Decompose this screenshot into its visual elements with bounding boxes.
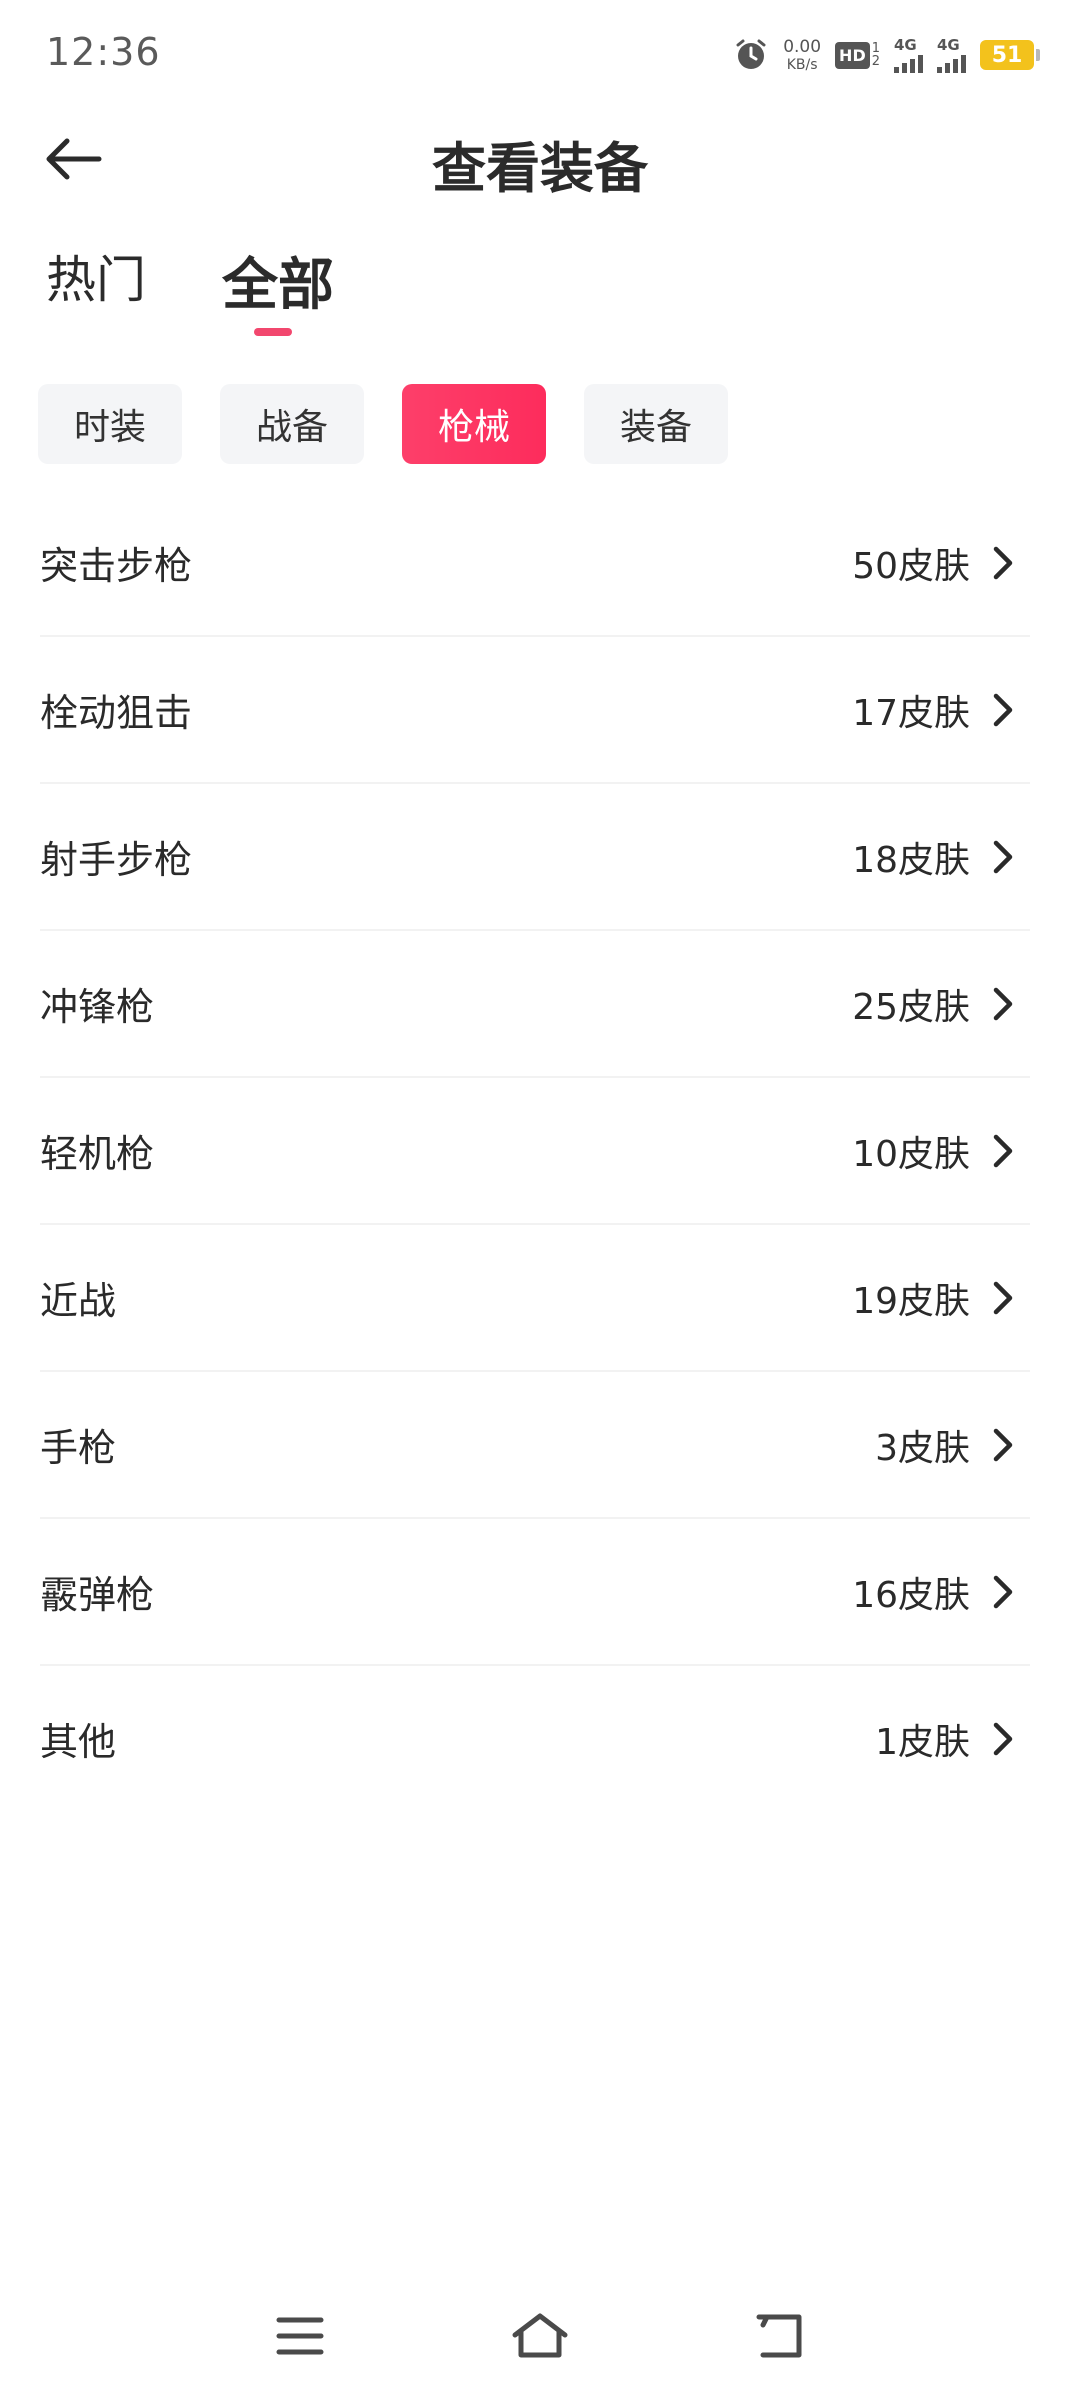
hd-icon: HD 1 2 — [835, 41, 880, 69]
tab-all[interactable]: 全部 — [222, 240, 334, 321]
item-count: 3皮肤 — [875, 1427, 970, 1469]
item-label: 栓动狙击 — [40, 691, 193, 735]
back-icon — [756, 2314, 802, 2358]
list-item[interactable]: 霰弹枪 16皮肤 — [40, 1519, 1030, 1666]
header: 查看装备 — [0, 110, 1080, 200]
list-item[interactable]: 突击步枪 50皮肤 — [40, 490, 1030, 637]
weapon-category-list: 突击步枪 50皮肤 栓动狙击 17皮肤 射手步枪 18皮肤 冲锋枪 25皮肤 轻… — [0, 490, 1080, 1811]
signal-1-label: 4G — [894, 35, 917, 54]
chevron-right-icon — [993, 1134, 1013, 1167]
hd-sub-bottom: 2 — [871, 54, 880, 69]
chip-equipment[interactable]: 装备 — [584, 384, 728, 464]
status-bar: 12:36 0.00 KB/s HD 1 2 4G 4G 51 — [0, 0, 1080, 110]
list-item[interactable]: 轻机枪 10皮肤 — [40, 1078, 1030, 1225]
list-item[interactable]: 手枪 3皮肤 — [40, 1372, 1030, 1519]
list-item[interactable]: 射手步枪 18皮肤 — [40, 784, 1030, 931]
system-nav-bar — [0, 2290, 1080, 2380]
nav-back-button[interactable] — [745, 2306, 815, 2366]
chip-fashion[interactable]: 时装 — [38, 384, 182, 464]
hd-sub: 1 2 — [872, 42, 880, 68]
item-count: 18皮肤 — [852, 839, 970, 881]
signal-1: 4G — [894, 35, 923, 73]
item-label: 霰弹枪 — [40, 1573, 155, 1617]
signal-2: 4G — [937, 35, 966, 73]
item-count: 10皮肤 — [852, 1133, 970, 1175]
status-icons: 0.00 KB/s HD 1 2 4G 4G 51 — [733, 30, 1040, 80]
item-label: 突击步枪 — [40, 544, 193, 588]
item-label: 其他 — [40, 1720, 117, 1764]
item-label: 手枪 — [40, 1426, 117, 1470]
chevron-right-icon — [993, 840, 1013, 873]
item-count: 19皮肤 — [852, 1280, 970, 1322]
list-item[interactable]: 栓动狙击 17皮肤 — [40, 637, 1030, 784]
item-label: 近战 — [40, 1279, 117, 1323]
list-item[interactable]: 其他 1皮肤 — [40, 1666, 1030, 1811]
chip-firearms[interactable]: 枪械 — [402, 384, 546, 464]
chevron-right-icon — [993, 693, 1013, 726]
home-icon — [512, 2313, 568, 2358]
list-item[interactable]: 冲锋枪 25皮肤 — [40, 931, 1030, 1078]
signal-2-label: 4G — [937, 35, 960, 54]
hd-label: HD — [835, 41, 870, 69]
item-count: 17皮肤 — [852, 692, 970, 734]
top-tabs: 热门 全部 — [0, 240, 1080, 350]
item-count: 16皮肤 — [852, 1574, 970, 1616]
chevron-right-icon — [993, 1281, 1013, 1314]
nav-home-button[interactable] — [505, 2306, 575, 2366]
net-speed-unit: KB/s — [786, 56, 818, 73]
net-speed-value: 0.00 — [783, 36, 822, 57]
item-count: 1皮肤 — [875, 1721, 970, 1763]
tab-indicator — [254, 328, 292, 336]
item-label: 轻机枪 — [40, 1132, 155, 1176]
chevron-right-icon — [993, 987, 1013, 1020]
chevron-right-icon — [993, 1428, 1013, 1461]
page-title: 查看装备 — [432, 137, 648, 200]
item-label: 冲锋枪 — [40, 985, 155, 1029]
list-item[interactable]: 近战 19皮肤 — [40, 1225, 1030, 1372]
item-count: 25皮肤 — [852, 986, 970, 1028]
status-time: 12:36 — [46, 30, 161, 74]
battery-icon: 51 — [980, 40, 1040, 70]
tab-hot[interactable]: 热门 — [46, 240, 146, 312]
chevron-right-icon — [993, 546, 1013, 579]
alarm-icon — [736, 39, 766, 69]
signal-bars-icon — [894, 54, 923, 73]
chevron-right-icon — [993, 1722, 1013, 1755]
item-label: 射手步枪 — [40, 838, 193, 882]
item-count: 50皮肤 — [852, 545, 970, 587]
menu-icon — [276, 2317, 324, 2355]
signal-bars-icon — [937, 54, 966, 73]
net-speed: 0.00 KB/s — [783, 36, 822, 73]
nav-menu-button[interactable] — [265, 2306, 335, 2366]
chevron-right-icon — [993, 1575, 1013, 1608]
chip-combat-gear[interactable]: 战备 — [220, 384, 364, 464]
filter-chips: 时装 战备 枪械 装备 — [38, 384, 728, 464]
